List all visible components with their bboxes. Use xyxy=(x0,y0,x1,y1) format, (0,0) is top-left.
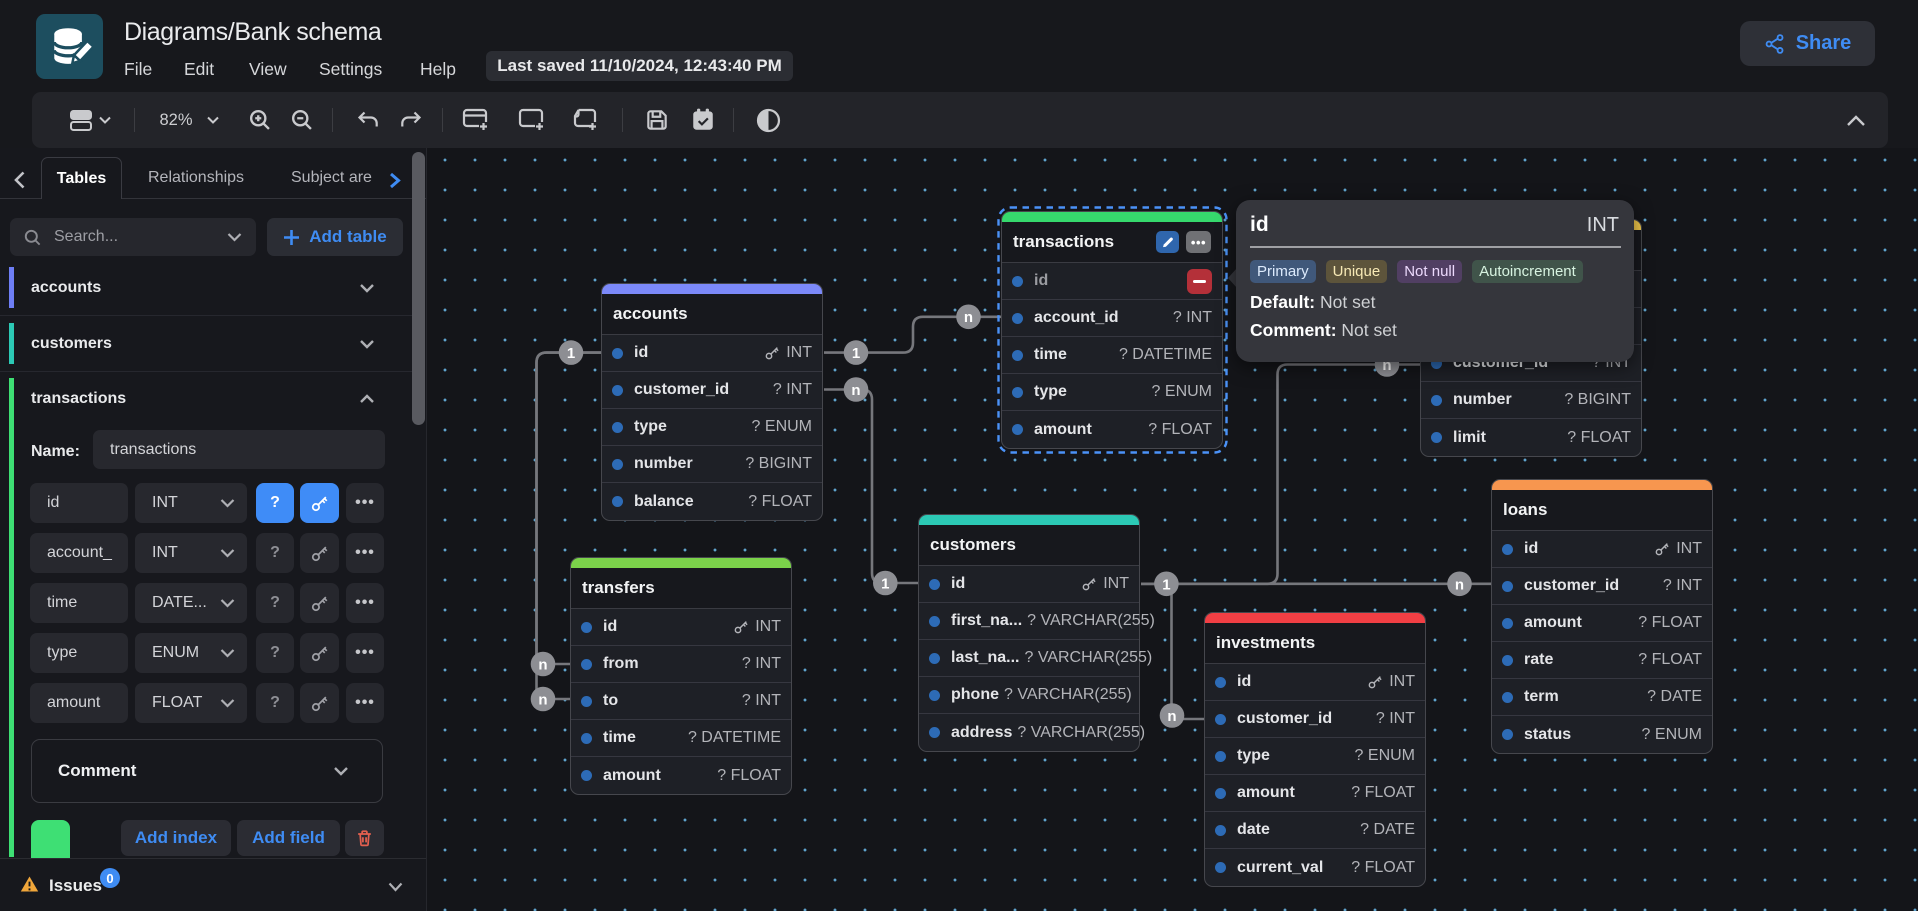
svg-text:1: 1 xyxy=(1162,576,1170,593)
svg-text:n: n xyxy=(538,657,547,674)
svg-text:n: n xyxy=(1167,708,1176,725)
svg-text:n: n xyxy=(964,309,973,326)
svg-text:n: n xyxy=(538,692,547,709)
svg-text:n: n xyxy=(1455,576,1464,593)
svg-text:1: 1 xyxy=(852,345,860,362)
svg-text:1: 1 xyxy=(881,576,889,593)
svg-text:n: n xyxy=(851,382,860,399)
svg-text:1: 1 xyxy=(567,345,575,362)
